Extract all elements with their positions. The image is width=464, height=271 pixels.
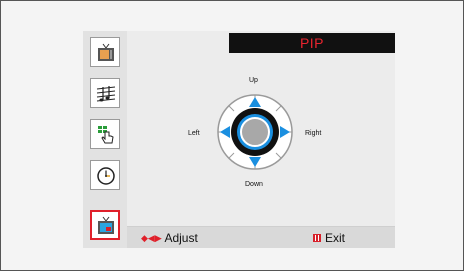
sound-icon bbox=[96, 86, 116, 102]
pip-icon bbox=[98, 216, 114, 234]
exit-label: Exit bbox=[325, 231, 346, 245]
sidebar-item-pip[interactable] bbox=[90, 210, 120, 240]
setup-icon bbox=[97, 167, 115, 185]
menu-sidebar bbox=[83, 31, 127, 248]
up-label: Up bbox=[249, 77, 258, 84]
adjust-label: Adjust bbox=[164, 231, 198, 245]
picture-icon bbox=[98, 43, 114, 61]
osd-menu: PIP Up Left Right Down ◆◀▶ Adjust Exit bbox=[83, 31, 395, 248]
direction-arrows-icon: ◆◀▶ bbox=[141, 233, 162, 243]
channel-icon bbox=[98, 126, 114, 144]
sidebar-item-sound[interactable] bbox=[90, 78, 120, 108]
position-dial[interactable] bbox=[215, 90, 295, 174]
adjust-hint: ◆◀▶ Adjust bbox=[141, 231, 198, 245]
sidebar-item-setup[interactable] bbox=[90, 160, 120, 190]
tv-screen: PIP Up Left Right Down ◆◀▶ Adjust Exit bbox=[0, 0, 464, 271]
right-label: Right bbox=[305, 130, 322, 137]
page-title: PIP bbox=[229, 33, 395, 53]
left-label: Left bbox=[188, 130, 200, 137]
sidebar-item-picture[interactable] bbox=[90, 37, 120, 67]
osd-footer: ◆◀▶ Adjust Exit bbox=[127, 226, 395, 248]
sidebar-item-channel[interactable] bbox=[90, 119, 120, 149]
exit-hint[interactable]: Exit bbox=[313, 231, 345, 245]
pip-content-panel: PIP Up Left Right Down bbox=[127, 31, 395, 226]
menu-button-icon bbox=[313, 234, 321, 242]
down-label: Down bbox=[245, 181, 263, 188]
